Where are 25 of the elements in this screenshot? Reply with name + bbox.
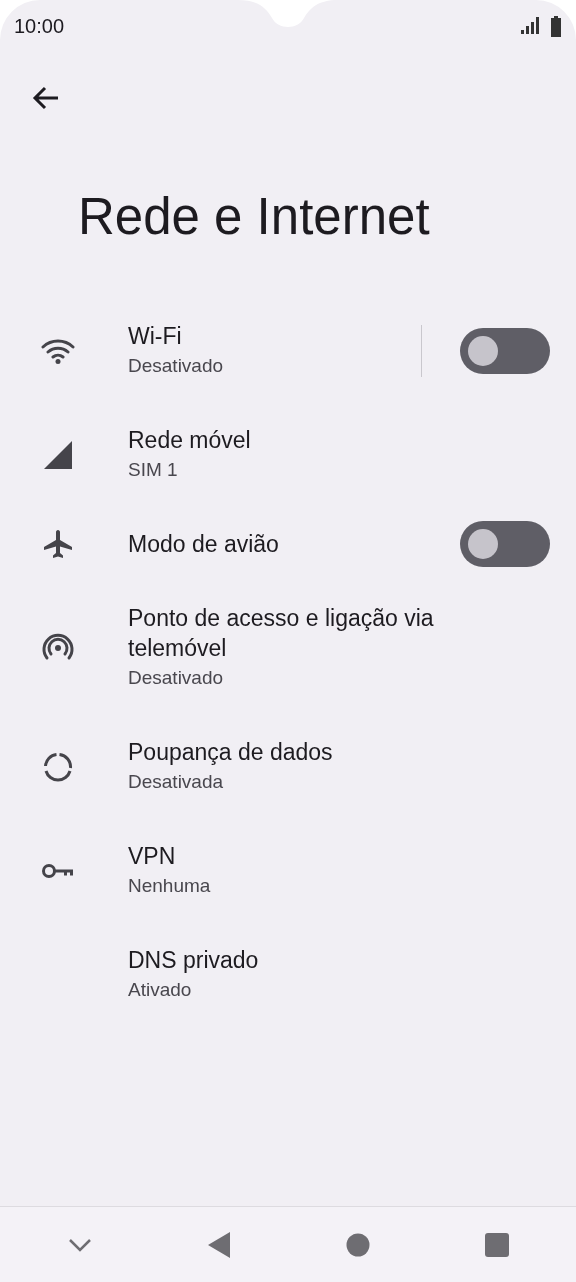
setting-title[interactable]: Poupança de dados xyxy=(128,737,500,768)
battery-icon xyxy=(550,15,562,37)
setting-summary: Desativado xyxy=(128,666,225,691)
setting-summary: Ativado xyxy=(128,978,193,1003)
signal-icon xyxy=(520,16,542,36)
setting-title[interactable]: VPN xyxy=(128,841,500,872)
page-title: Rede e Internet xyxy=(78,187,431,247)
setting-summary: SIM 1 xyxy=(128,458,179,483)
toggle-switch[interactable] xyxy=(460,328,550,375)
setting-summary: Nenhuma xyxy=(128,874,212,899)
setting-summary: Desativada xyxy=(128,770,225,795)
data-saver-icon xyxy=(42,751,74,784)
airplane-icon xyxy=(42,528,74,561)
setting-title[interactable]: Ponto de acesso e ligação via telemóvel xyxy=(128,603,500,664)
status-time: 10:00 xyxy=(14,14,65,39)
setting-title[interactable]: Rede móvel xyxy=(128,425,500,456)
wifi-icon xyxy=(41,338,75,365)
setting-summary: Desativado xyxy=(128,354,225,379)
signal-icon xyxy=(42,439,74,472)
key-icon xyxy=(41,862,75,881)
setting-title[interactable]: Wi-Fi xyxy=(128,321,355,352)
toggle-switch[interactable] xyxy=(460,521,550,568)
setting-title[interactable]: Modo de avião xyxy=(128,529,410,560)
setting-title[interactable]: DNS privado xyxy=(128,945,500,976)
chevron-down-icon xyxy=(67,1237,92,1252)
